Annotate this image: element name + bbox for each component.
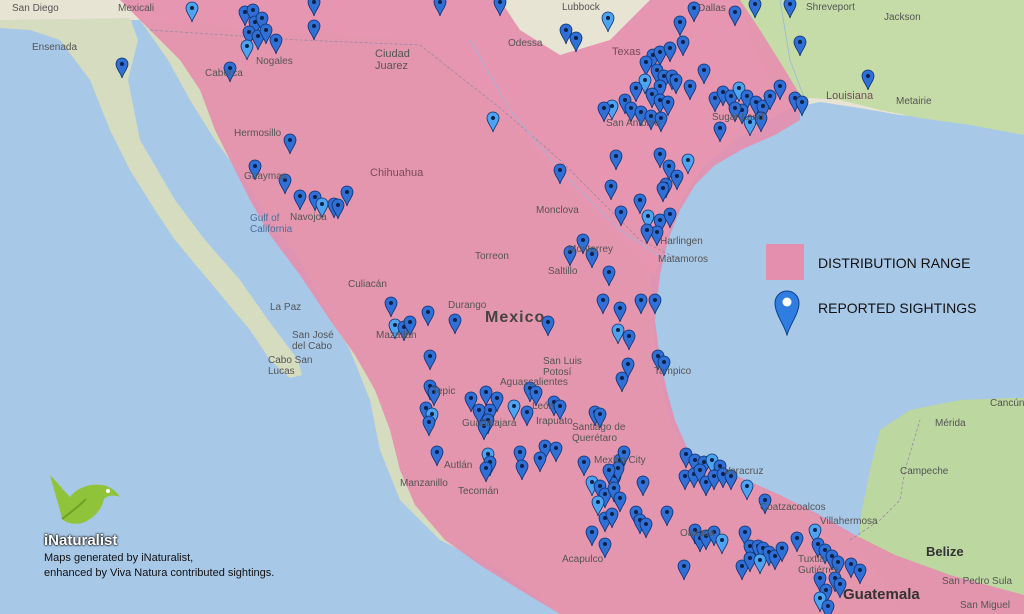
label-mazatlan: Mazatlán [376,330,417,341]
label-saltillo: Saltillo [548,266,578,277]
label-gulf-of-california: Gulf of California [250,213,293,235]
label-sugar-land: Sugar Land [712,112,764,123]
label-tampico: Tampico [654,366,692,377]
inaturalist-bird-icon [50,475,120,524]
label-caborca: Caborca [205,68,243,79]
label-veracruz: Veracruz [724,466,764,477]
label-monclova: Monclova [536,205,579,216]
label-navojoa: Navojoa [290,212,327,223]
label-leon: León [532,401,555,412]
label-san-jose-del-cabo: San José del Cabo [292,330,334,352]
label-nogales: Nogales [256,56,293,67]
label-san-pedro-sula: San Pedro Sula [942,576,1013,587]
label-villahermosa: Villahermosa [820,516,878,527]
credit-block: iNaturalist Maps generated by iNaturalis… [44,473,364,583]
label-ciudad-juarez: Ciudad Juarez [375,48,410,72]
label-odessa: Odessa [508,38,543,49]
inaturalist-brand: iNaturalist [44,532,118,549]
reported-sightings-label: REPORTED SIGHTINGS [818,300,977,316]
label-belize: Belize [926,544,964,559]
label-guaymas: Guaymas [244,171,287,182]
label-tecoman: Tecomán [458,486,499,497]
label-oaxaca: Oaxaca [680,528,715,539]
label-la-paz: La Paz [270,302,302,313]
label-chihuahua: Chihuahua [370,167,424,179]
label-torreon: Torreon [475,251,509,262]
label-mexicali: Mexicali [118,3,155,14]
label-irapuato: Irapuato [536,416,573,427]
label-cabo-san-lucas: Cabo San Lucas [268,355,313,377]
label-shreveport: Shreveport [806,2,855,13]
sighting-pin-icon [774,290,800,336]
label-coatzacoalcos: Coatzacoalcos [760,502,826,513]
label-lubbock: Lubbock [562,2,600,13]
label-guatemala: Guatemala [843,586,920,603]
label-culiacan: Culiacán [348,279,387,290]
label-san-luis-potosi: San Luis Potosí [543,356,582,378]
label-louisiana: Louisiana [826,90,874,102]
credit-line-1: Maps generated by iNaturalist, [44,552,194,564]
map-legend: DISTRIBUTION RANGE REPORTED SIGHTINGS [766,244,1016,344]
label-manzanillo: Manzanillo [400,478,448,489]
sighting-pin[interactable] [821,599,835,614]
label-tuxtla: Tuxtla Gutiérrez [798,554,840,576]
label-ensenada: Ensenada [32,42,78,53]
label-autlan: Autlán [444,460,473,471]
label-san-antonio: San Antonio [606,118,660,129]
label-mexico-city: Mexico City [594,455,646,466]
credit-line-2: enhanced by Viva Natura contributed sigh… [44,567,275,579]
label-dallas: Dallas [698,3,726,14]
label-san-diego: San Diego [12,3,59,14]
label-mexico: Mexico [485,309,546,326]
label-harlingen: Harlingen [660,236,703,247]
distribution-range-label: DISTRIBUTION RANGE [818,255,971,271]
label-guadalajara: Guadalajara [462,418,517,429]
distribution-range-swatch [766,244,804,280]
label-tepic: Tepic [432,386,456,397]
label-texas: Texas [612,46,641,58]
label-merida: Mérida [935,418,966,429]
label-durango: Durango [448,300,487,311]
label-monterrey: Monterrey [568,244,614,255]
label-aguascalientes: Aguascalientes [500,377,568,388]
label-hermosillo: Hermosillo [234,128,282,139]
label-acapulco: Acapulco [562,554,604,565]
label-san-miguel: San Miguel [960,600,1011,611]
label-jackson: Jackson [884,12,921,23]
label-campeche: Campeche [900,466,949,477]
label-metairie: Metairie [896,96,932,107]
label-matamoros: Matamoros [658,254,709,265]
label-queretaro: Santiago de Querétaro [572,422,626,444]
label-cancun: Cancún [990,398,1024,409]
